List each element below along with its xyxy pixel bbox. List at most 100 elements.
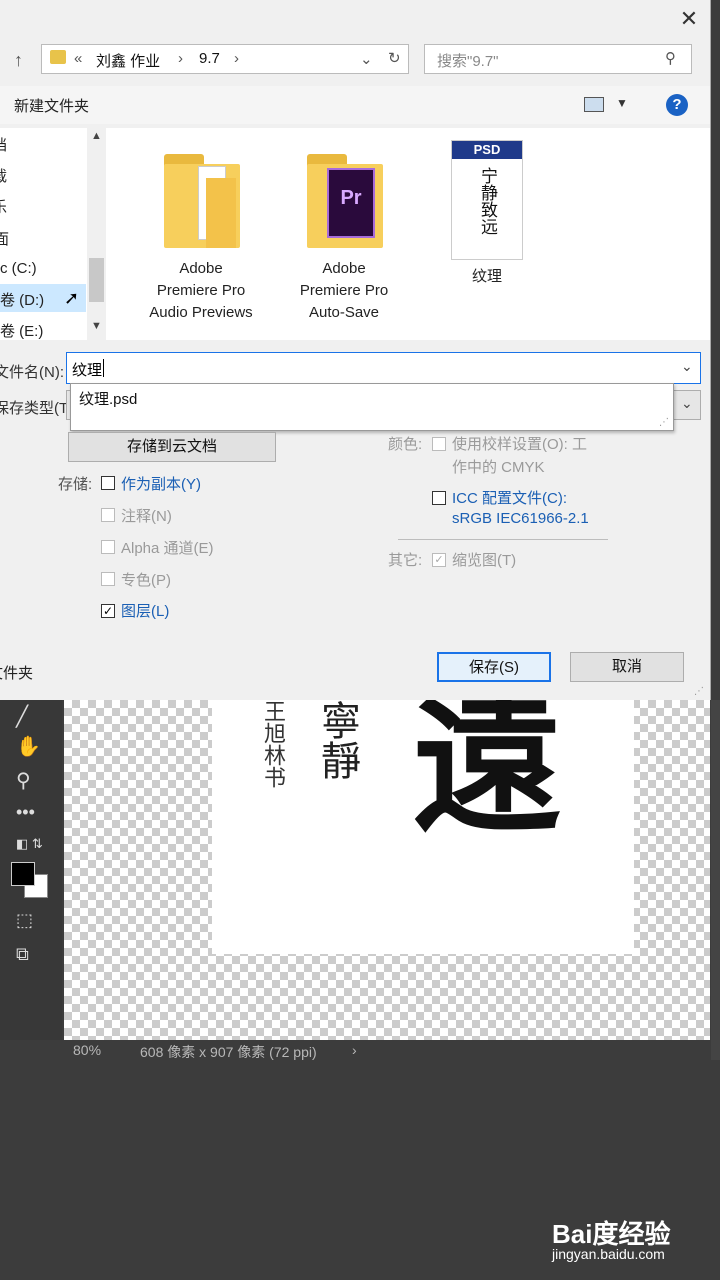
premiere-folder-icon: Pr <box>303 148 385 252</box>
document-dimensions: 608 像素 x 907 像素 (72 ppi) <box>140 1044 317 1060</box>
cancel-button[interactable]: 取消 <box>570 652 684 682</box>
psd-badge: PSD <box>452 141 522 159</box>
file-name: Adobe <box>179 260 223 277</box>
calligraphy-signature: 王旭林书 <box>260 700 285 788</box>
as-copy-checkbox[interactable] <box>101 476 115 490</box>
chevron-down-icon[interactable]: ⌄ <box>360 50 373 68</box>
alpha-channels-label: Alpha 通道(E) <box>121 540 214 557</box>
zoom-level[interactable]: 80% <box>73 1042 101 1058</box>
search-input[interactable]: 搜索"9.7" ⚲ <box>424 44 692 74</box>
filename-label: 文件名(N): <box>0 364 64 381</box>
file-name: 纹理 <box>471 268 502 285</box>
nav-item-c-drive[interactable]: c (C:) <box>0 260 37 277</box>
nav-item[interactable]: 档 <box>0 134 7 155</box>
save-as-dialog: ✕ ↑ « 刘鑫 作业 › 9.7 › ⌄ ↻ 搜索"9.7" ⚲ 新建文件夹 … <box>0 0 711 700</box>
help-icon[interactable]: ? <box>666 94 688 116</box>
scroll-down-icon[interactable]: ▼ <box>91 320 102 332</box>
address-segment[interactable]: 9.7 <box>199 50 220 67</box>
other-label: 其它: <box>388 552 423 569</box>
proof-setup-checkbox <box>432 437 446 451</box>
file-name: Premiere Pro <box>299 282 389 299</box>
icc-profile-value: sRGB IEC61966-2.1 <box>452 510 589 527</box>
nav-scrollbar[interactable]: ▲ ▼ <box>87 128 106 340</box>
document-canvas[interactable]: 遠 寧靜 王旭林书 <box>212 690 634 954</box>
address-bar[interactable]: « 刘鑫 作业 › 9.7 › ⌄ ↻ <box>41 44 409 74</box>
refresh-icon[interactable]: ↻ <box>388 49 401 67</box>
resize-grip-icon[interactable]: ⋰ <box>694 686 704 697</box>
folder-icon <box>50 50 66 64</box>
screen-mode-icon[interactable]: ⧉ <box>16 944 29 965</box>
save-to-cloud-button[interactable]: 存储到云文档 <box>68 432 276 462</box>
hide-folders-toggle[interactable]: 文件夹 <box>0 662 33 683</box>
spot-colors-label: 专色(P) <box>121 572 171 589</box>
nav-item[interactable]: 乐 <box>0 196 7 217</box>
save-button[interactable]: 保存(S) <box>437 652 551 682</box>
search-icon[interactable]: ⚲ <box>665 49 676 67</box>
as-copy-label[interactable]: 作为副本(Y) <box>121 473 201 494</box>
file-name: Auto-Save <box>308 304 380 321</box>
view-dropdown-icon[interactable]: ▼ <box>616 96 628 110</box>
more-tools-icon[interactable]: ••• <box>16 802 35 823</box>
calligraphy-medium: 寧靜 <box>314 700 360 780</box>
autocomplete-dropdown: 纹理.psd ⋰ <box>70 383 674 431</box>
filename-value: 纹理 <box>72 362 103 379</box>
notes-checkbox <box>101 508 115 522</box>
icc-profile-label[interactable]: ICC 配置文件(C): <box>452 487 567 508</box>
right-scrollbar[interactable] <box>711 700 720 1060</box>
calligraphy-large: 遠 <box>412 677 563 853</box>
file-item[interactable]: PSD 宁静致远 纹理 <box>422 140 552 288</box>
file-item[interactable]: Adobe Premiere Pro Audio Previews <box>136 148 266 324</box>
scroll-thumb[interactable] <box>89 258 104 302</box>
chevron-right-icon[interactable]: › <box>234 50 239 67</box>
view-options-icon[interactable] <box>584 97 604 112</box>
psd-file-icon: PSD 宁静致远 <box>451 140 523 260</box>
file-name: Audio Previews <box>149 304 253 321</box>
status-arrow-icon[interactable]: › <box>352 1042 357 1058</box>
proof-setup-label: 使用校样设置(O): 工 <box>452 436 587 453</box>
chevron-down-icon[interactable]: ⌄ <box>681 358 693 375</box>
thumbnail-checkbox: ✓ <box>432 553 446 567</box>
watermark-url: jingyan.baidu.com <box>552 1246 665 1262</box>
thumbnail-label: 缩览图(T) <box>452 552 517 569</box>
file-name: Adobe <box>322 260 366 277</box>
alpha-channels-checkbox <box>101 540 115 554</box>
resize-grip-icon[interactable]: ⋰ <box>659 417 669 428</box>
color-label: 颜色: <box>388 436 423 453</box>
up-arrow-icon[interactable]: ↑ <box>14 50 23 71</box>
hand-tool-icon[interactable]: ✋ <box>16 734 41 759</box>
icc-profile-checkbox[interactable] <box>432 491 446 505</box>
file-list[interactable]: Adobe Premiere Pro Audio Previews Pr Ado… <box>106 128 710 340</box>
zoom-tool-icon[interactable]: ⚲ <box>16 768 31 793</box>
address-overflow[interactable]: « <box>74 50 82 67</box>
quick-mask-icon[interactable]: ⬚ <box>16 910 33 931</box>
chevron-down-icon[interactable]: ⌄ <box>681 395 693 412</box>
nav-item[interactable]: 面 <box>0 228 9 249</box>
file-name: Premiere Pro <box>156 282 246 299</box>
new-folder-button[interactable]: 新建文件夹 <box>14 95 89 116</box>
chevron-right-icon[interactable]: › <box>178 50 183 67</box>
mouse-cursor-icon: ➚ <box>64 288 80 308</box>
file-item[interactable]: Pr Adobe Premiere Pro Auto-Save <box>279 148 409 324</box>
search-placeholder: 搜索"9.7" <box>437 53 499 70</box>
text-cursor <box>103 359 104 377</box>
filename-input[interactable]: 纹理 ⌄ <box>66 352 701 384</box>
close-button[interactable]: ✕ <box>676 6 702 32</box>
spot-colors-checkbox <box>101 572 115 586</box>
tools-panel: ╱ ✋ ⚲ ••• ◧ ⇅ ⬚ ⧉ <box>0 700 62 1040</box>
autocomplete-suggestion[interactable]: 纹理.psd <box>79 388 137 409</box>
layers-checkbox[interactable]: ✓ <box>101 604 115 618</box>
layers-label[interactable]: 图层(L) <box>121 600 169 621</box>
status-bar: 80% 608 像素 x 907 像素 (72 ppi) › <box>64 1040 710 1062</box>
psd-thumbnail-text: 宁静致远 <box>477 167 497 235</box>
swap-colors-icon[interactable]: ◧ ⇅ <box>16 836 43 852</box>
nav-item-e-drive[interactable]: 卷 (E:) <box>0 320 43 341</box>
proof-setup-label-2: 作中的 CMYK <box>452 459 545 476</box>
foreground-color-swatch[interactable] <box>11 862 35 886</box>
nav-item[interactable]: 载 <box>0 165 7 186</box>
divider <box>398 539 608 540</box>
scroll-up-icon[interactable]: ▲ <box>91 130 102 142</box>
line-tool-icon[interactable]: ╱ <box>16 704 28 729</box>
address-segment[interactable]: 刘鑫 作业 <box>96 50 160 71</box>
notes-label: 注释(N) <box>121 508 172 525</box>
folder-icon <box>160 148 242 252</box>
